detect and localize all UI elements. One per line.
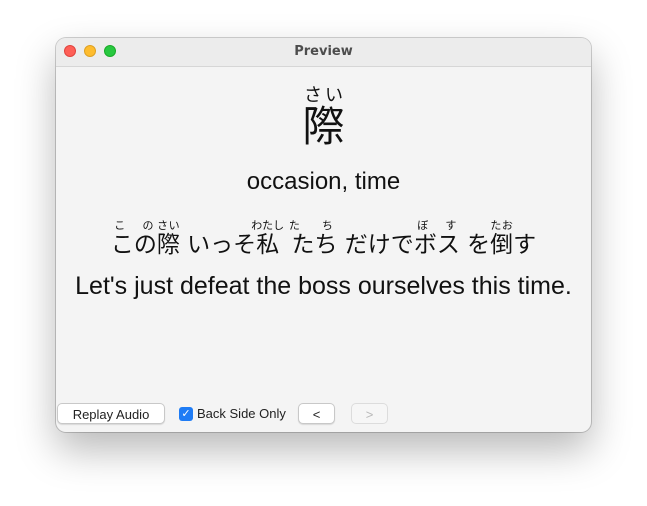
kanji: 際 <box>302 102 345 151</box>
sentence-segment-base: いっそ <box>179 232 257 258</box>
sentence-segment: このこ の <box>110 219 157 258</box>
sentence-segment-ruby: わたし <box>251 219 285 232</box>
sentence-segment-base: この <box>110 232 157 258</box>
sentence-segment-base: 私 <box>251 232 285 258</box>
sentence-segment-base: たち <box>284 232 338 258</box>
sentence-segment: 倒たお <box>490 219 514 258</box>
sentence-segment-ruby: こ の <box>110 219 157 232</box>
checkmark-icon[interactable]: ✓ <box>179 407 193 421</box>
next-button[interactable]: > <box>351 403 388 424</box>
bottom-toolbar: Replay Audio ✓ Back Side Only < > <box>56 403 591 427</box>
kanji-ruby: 際さい <box>302 85 345 151</box>
sentence-segment-base: 倒 <box>490 232 514 258</box>
preview-window: Preview 際さい occasion, time このこ の際さい いっそ私… <box>56 38 591 432</box>
card-content: 際さい occasion, time このこ の際さい いっそ私わたし たちた … <box>56 67 591 397</box>
sentence-segment: たちた ち <box>284 219 338 258</box>
example-sentence: このこ の際さい いっそ私わたし たちた ち だけでボスぼ す を倒たおす <box>56 219 591 261</box>
sentence-segment-base: 際 <box>156 232 180 258</box>
sentence-segment-base: ボス <box>413 232 460 258</box>
kanji-reading: さい <box>302 85 345 106</box>
sentence-segment: ボスぼ す <box>413 219 460 258</box>
back-side-only-label: Back Side Only <box>197 406 286 421</box>
sentence-segment-base: だけで <box>337 232 414 258</box>
kanji-meaning: occasion, time <box>246 168 401 195</box>
sentence-segment-ruby: た ち <box>284 219 338 232</box>
sentence-segment-ruby: たお <box>490 219 514 232</box>
sentence-segment-ruby: ぼ す <box>413 219 460 232</box>
sentence-segment: 私わたし <box>251 219 284 258</box>
sentence-segment-base: を <box>459 232 491 258</box>
sentence-segment-base: す <box>513 232 537 258</box>
title-bar: Preview <box>56 38 591 67</box>
sentence-translation: Let's just defeat the boss ourselves thi… <box>75 272 572 300</box>
sentence-segment: 際さい <box>156 219 180 258</box>
replay-audio-button[interactable]: Replay Audio <box>57 403 165 424</box>
window-title: Preview <box>294 44 353 59</box>
previous-button[interactable]: < <box>298 403 335 424</box>
sentence-segment-ruby: さい <box>156 219 180 232</box>
kanji-block: 際さい <box>56 85 591 154</box>
